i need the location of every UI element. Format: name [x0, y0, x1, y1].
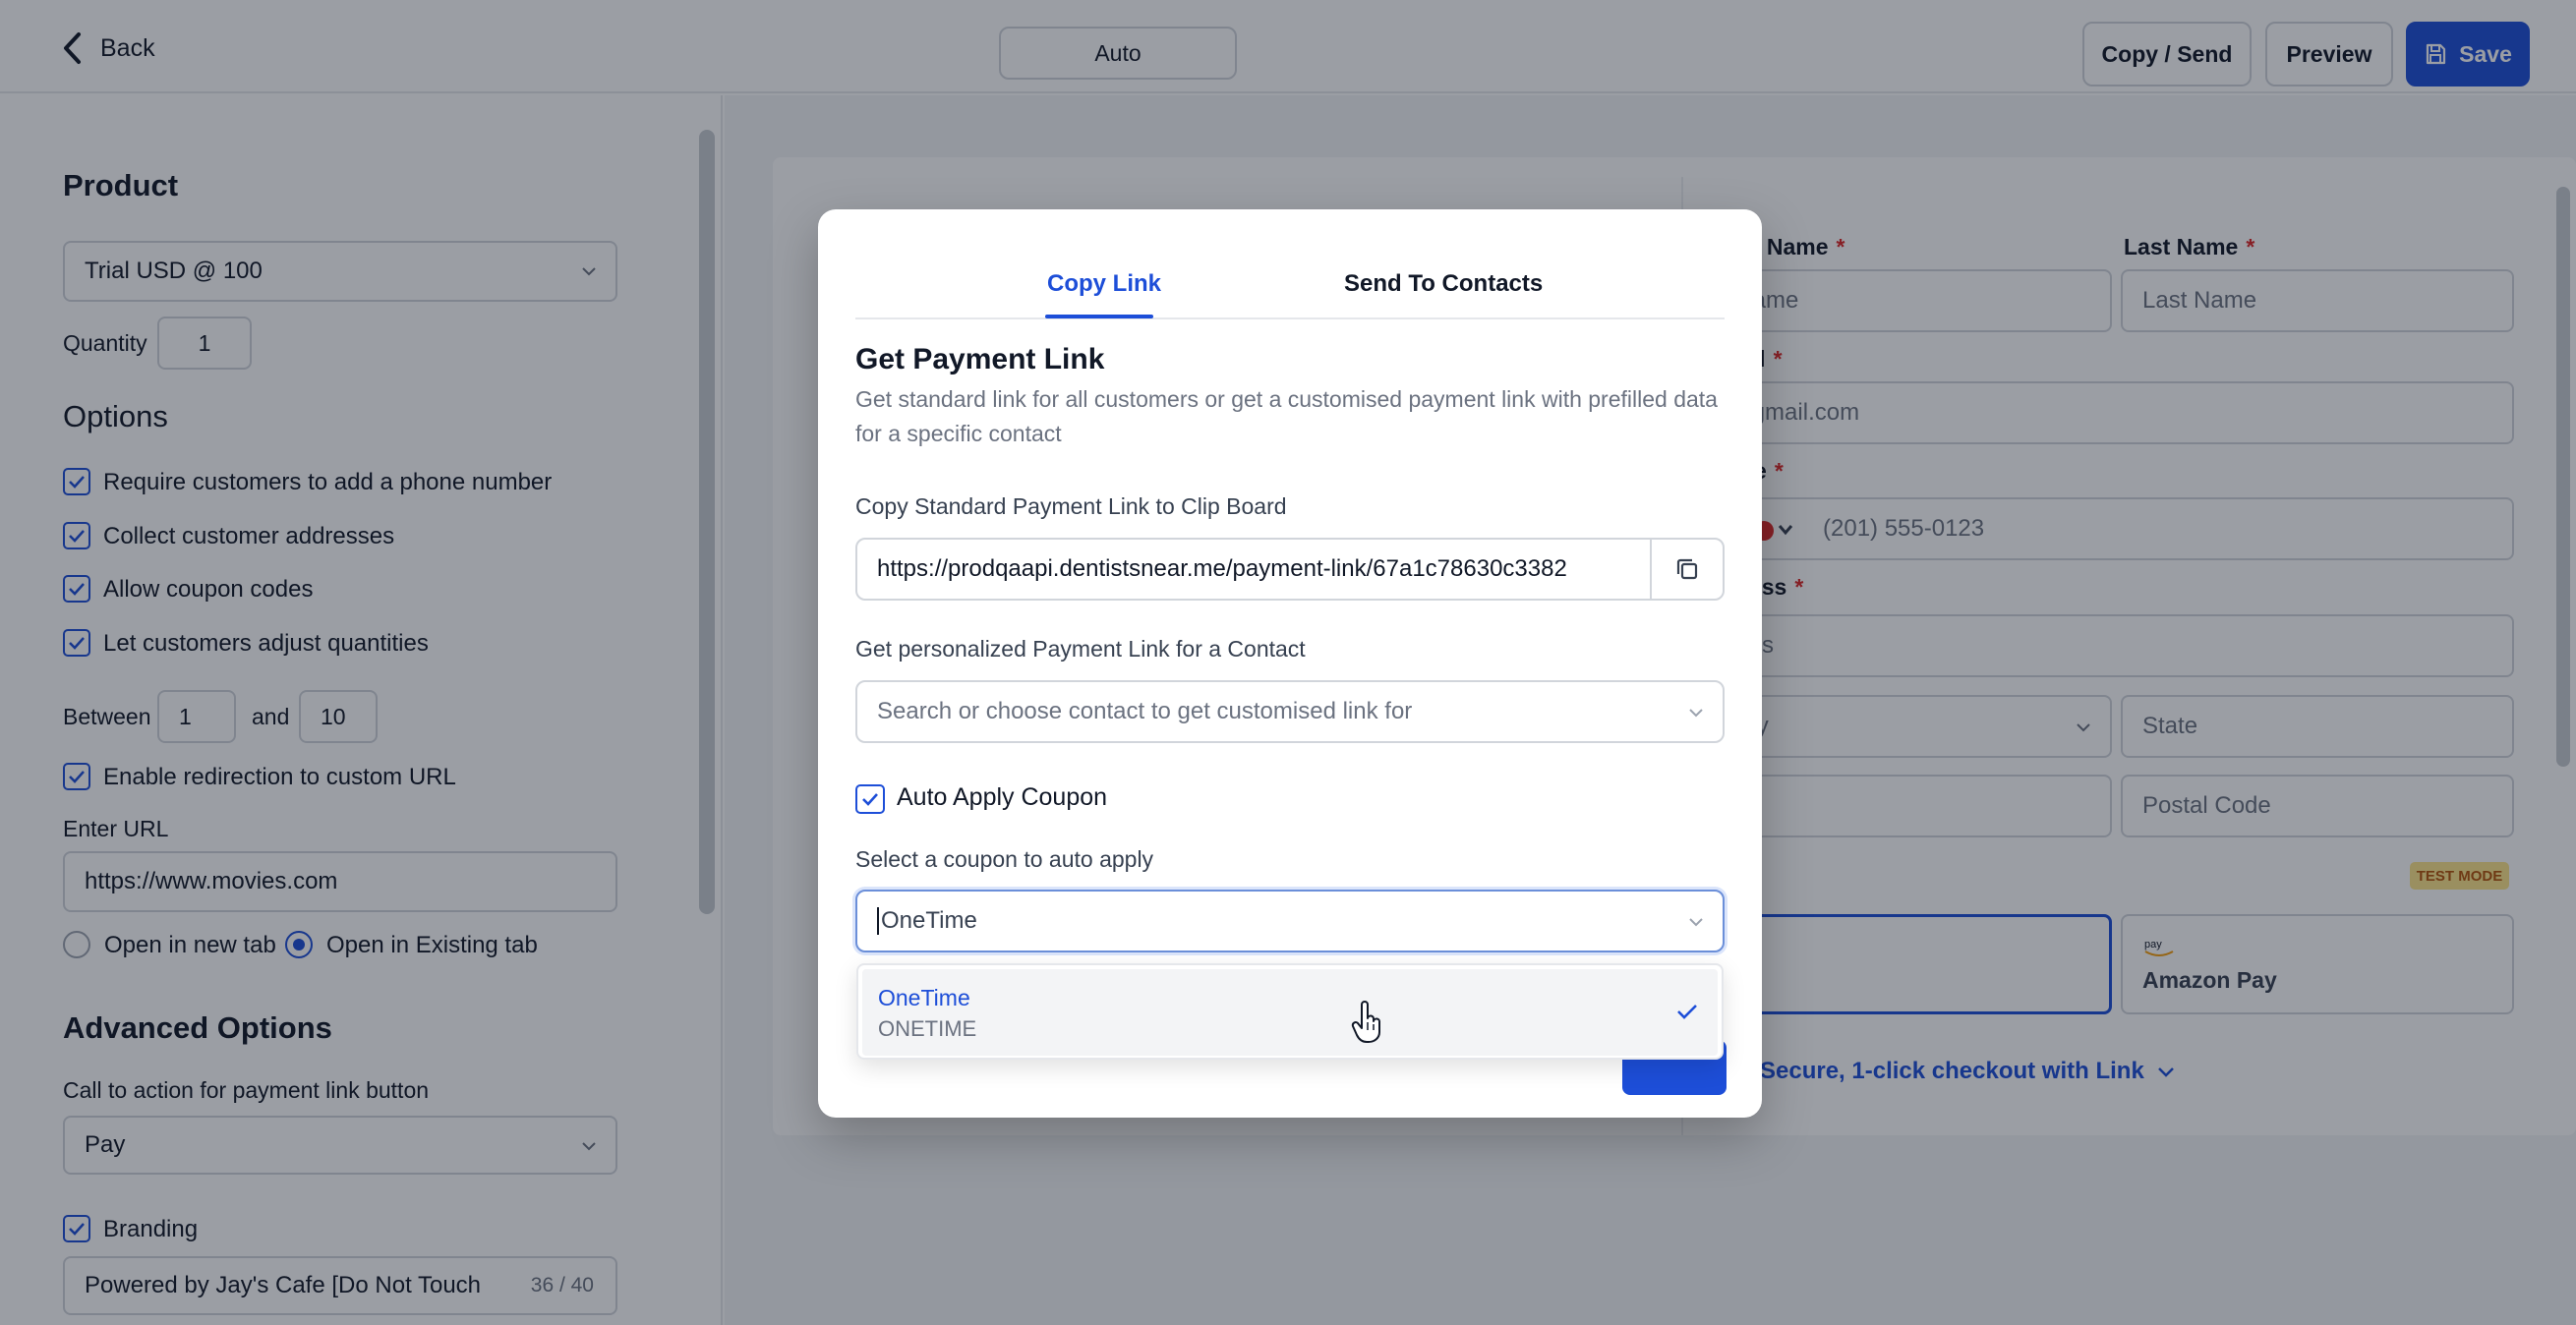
text-caret: [877, 907, 879, 935]
coupon-dropdown-menu: OneTime ONETIME: [856, 963, 1724, 1060]
check-icon: [1677, 1005, 1697, 1019]
coupon-select[interactable]: OneTime: [855, 890, 1725, 952]
auto-apply-coupon-checkbox[interactable]: [855, 784, 885, 814]
contact-search-select[interactable]: Search or choose contact to get customis…: [855, 680, 1725, 743]
chevron-down-icon: [1689, 918, 1703, 927]
coupon-select-value: OneTime: [881, 907, 977, 934]
copy-icon: [1676, 558, 1698, 580]
coupon-option-code: ONETIME: [878, 1016, 977, 1041]
active-tab-indicator: [1045, 315, 1153, 318]
coupon-select-label: Select a coupon to auto apply: [855, 846, 1154, 872]
chevron-down-icon: [1689, 709, 1703, 718]
standard-link-field[interactable]: https://prodqaapi.dentistsnear.me/paymen…: [855, 538, 1725, 601]
modal-description: Get standard link for all customers or g…: [855, 386, 1718, 446]
hand-cursor-icon: [1351, 1001, 1380, 1043]
standard-link-url: https://prodqaapi.dentistsnear.me/paymen…: [877, 555, 1567, 582]
tab-send-to-contacts[interactable]: Send To Contacts: [1344, 270, 1543, 298]
tab-copy-link[interactable]: Copy Link: [1047, 270, 1161, 298]
standard-link-label: Copy Standard Payment Link to Clip Board: [855, 493, 1287, 519]
tabs-divider: [855, 317, 1725, 319]
coupon-option-name: OneTime: [878, 985, 970, 1010]
contact-search-placeholder: Search or choose contact to get customis…: [877, 698, 1413, 724]
check-icon: [862, 793, 878, 806]
copy-link-button[interactable]: [1650, 540, 1723, 599]
auto-apply-coupon-label: Auto Apply Coupon: [897, 783, 1108, 811]
modal-title: Get Payment Link: [855, 343, 1105, 375]
coupon-option[interactable]: OneTime ONETIME: [862, 969, 1718, 1056]
personalized-link-label: Get personalized Payment Link for a Cont…: [855, 636, 1306, 662]
